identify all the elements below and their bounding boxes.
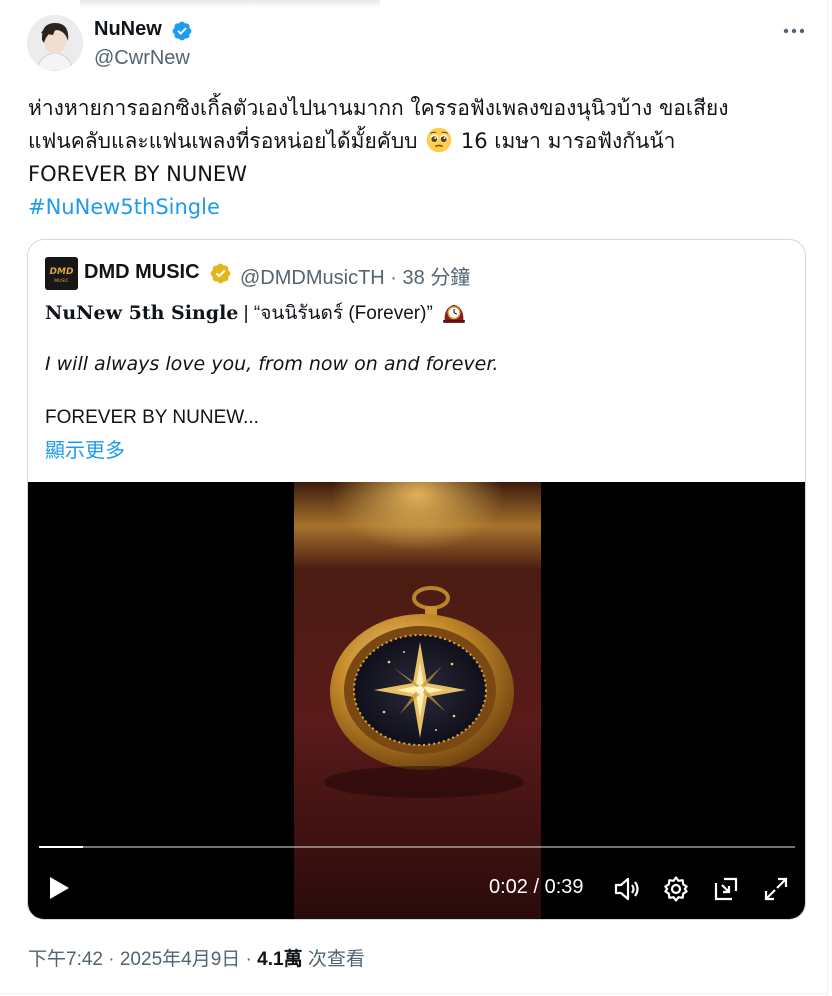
settings-icon[interactable] (662, 875, 690, 903)
tweet-line: แฟนคลับและแฟนเพลงที่รอหน่อยได้มั้ยคับบ 1… (28, 125, 808, 158)
dmd-logo-icon: DMD MUSIC (45, 257, 78, 290)
quoted-author-name[interactable]: DMD MUSIC (84, 261, 200, 284)
tweet-line: ห่างหายการออกซิงเกิ้ลตัวเองไปนานมากก ใคร… (28, 96, 729, 120)
tweet-text-span: 16 เมษา มารอฟังกันน้า (460, 129, 676, 153)
avatar[interactable] (27, 15, 83, 71)
play-icon[interactable] (46, 874, 72, 902)
video-progress-fill (39, 846, 83, 848)
video-time-readout: 0:02 / 0:39 (489, 876, 584, 898)
more-options-button[interactable] (777, 16, 811, 46)
quoted-text-italic: I will always love you, from now on and … (45, 353, 499, 375)
avatar-image (27, 15, 83, 71)
quoted-text-line: NuNew 5th Single | “จนนิรันดร์ (Forever)… (45, 298, 467, 328)
author-handle[interactable]: @CwrNew (94, 47, 190, 70)
author-display-name[interactable]: NuNew (94, 18, 162, 41)
tweet-text: ห่างหายการออกซิงเกิ้ลตัวเองไปนานมากก ใคร… (28, 92, 808, 224)
video-frame-pocket-watch (294, 482, 541, 919)
quoted-handle-and-time[interactable]: @DMDMusicTH · 38 分鐘 (240, 261, 470, 290)
quoted-title-bold: NuNew 5th Single (45, 302, 239, 324)
fullscreen-icon[interactable] (762, 875, 790, 903)
verified-badge-icon[interactable] (171, 20, 193, 42)
volume-icon[interactable] (613, 875, 641, 903)
show-more-link[interactable]: 顯示更多 (45, 434, 125, 463)
tweet-text-span: แฟนคลับและแฟนเพลงที่รอหน่อยได้มั้ยคับบ (28, 129, 418, 153)
column-divider (827, 0, 828, 996)
tweet-metadata: 下午7:42 · 2025年4月9日 · 4.1萬 次查看 (28, 944, 365, 971)
gold-verified-badge-icon[interactable] (209, 262, 232, 285)
quoted-title-rest: | “จนนิรันดร์ (Forever)” (238, 303, 433, 324)
video-progress-bar[interactable] (39, 846, 795, 848)
view-label: 次查看 (302, 949, 365, 970)
ellipsis-icon (783, 28, 805, 34)
mantelpiece-clock-icon (442, 304, 465, 323)
video-player[interactable]: 0:02 / 0:39 (28, 482, 805, 919)
top-edge-fade (80, 0, 380, 8)
dmd-music-logo[interactable]: DMD MUSIC (45, 257, 78, 290)
view-count: 4.1萬 (257, 949, 303, 970)
pleading-face-emoji-icon (426, 127, 452, 153)
tweet-line: FOREVER BY NUNEW (28, 162, 247, 186)
tweet-timestamp[interactable]: 下午7:42 · 2025年4月9日 · (28, 949, 257, 970)
hashtag-link[interactable]: #NuNew5thSingle (28, 191, 808, 224)
logo-subtext: MUSIC (54, 278, 69, 284)
quoted-text-line: FOREVER BY NUNEW... (45, 407, 259, 428)
picture-in-picture-icon[interactable] (712, 875, 740, 903)
logo-text: DMD (50, 267, 74, 277)
bottom-divider (0, 993, 827, 994)
quoted-tweet-card[interactable]: DMD MUSIC DMD MUSIC @DMDMusicTH · 38 分鐘 … (27, 239, 806, 920)
